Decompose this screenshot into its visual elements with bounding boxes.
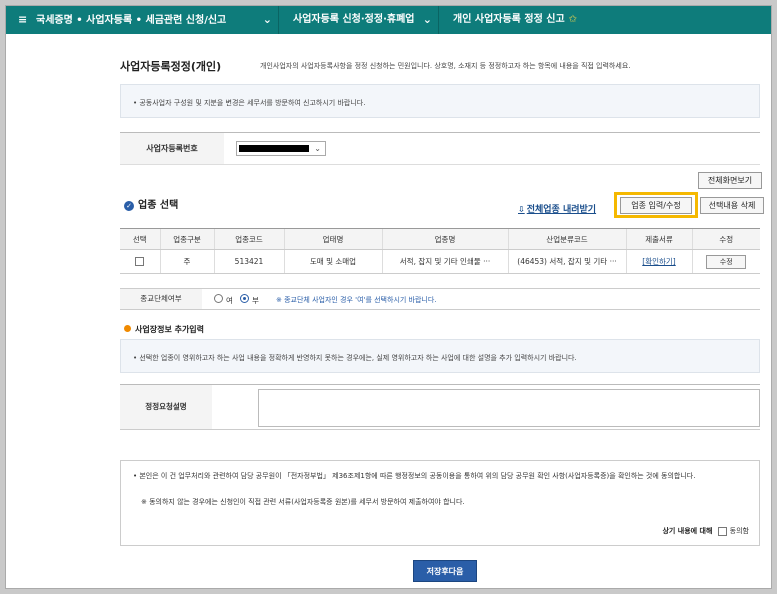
section-title-extra: 사업장정보 추가입력 — [124, 324, 204, 335]
cell-item: 서적, 잡지 및 기타 인쇄물 ··· — [381, 249, 508, 274]
nav-seg2-label: 사업자등록 신청·정정·휴폐업 — [293, 14, 415, 25]
consent-text: • 본인은 이 건 업무처리와 관련하여 담당 공무원이 「전자정부법」 제36… — [133, 472, 696, 480]
cell-industry: (46453) 서적, 잡지 및 기타 ··· — [507, 249, 626, 274]
religious-org-note: ※ 종교단체 사업자인 경우 '여'를 선택하시기 바랍니다. — [276, 296, 437, 304]
reason-textarea[interactable] — [258, 389, 760, 427]
business-number-row: 사업자등록번호 ⌄ — [120, 132, 760, 165]
doc-check-link[interactable]: [확인하기] — [642, 257, 675, 266]
col-header-biz: 업태명 — [283, 228, 382, 250]
business-number-label: 사업자등록번호 — [120, 133, 224, 164]
nav-seg1-label: 국세증명 • 사업자등록 • 세금관련 신청/신고 — [36, 15, 227, 26]
page-description: 개인사업자의 사업자등록사항을 정정 신청하는 민원입니다. 상호명, 소재지 … — [260, 62, 631, 70]
industry-edit-button[interactable]: 업종 입력/수정 — [620, 197, 692, 214]
consent-note: ※ 동의하지 않는 경우에는 신청인이 직접 관련 서류(사업자등록증 원본)를… — [141, 498, 465, 506]
chevron-down-icon[interactable]: ⌄ — [263, 6, 272, 34]
section-title-industry: ✓ 업종 선택 — [124, 196, 178, 211]
chevron-down-icon[interactable]: ⌄ — [314, 142, 321, 155]
cell-biz: 도매 및 소매업 — [283, 249, 382, 274]
radio-no-label: 부 — [252, 296, 259, 305]
section-title-text: 업종 선택 — [138, 200, 179, 211]
radio-no[interactable] — [240, 294, 249, 303]
consent-agree: 상기 내용에 대해 동의함 — [662, 526, 749, 536]
industry-table: 선택 업종구분 업종코드 업태명 업종명 산업분류코드 제출서류 수정 주 51… — [120, 228, 760, 274]
nav-seg3-label: 개인 사업자등록 정정 신고 — [453, 14, 565, 25]
check-circle-icon: ✓ — [124, 201, 134, 211]
full-screen-button[interactable]: 전체화면보기 — [698, 172, 762, 189]
page-title: 사업자등록정정(개인) — [120, 60, 222, 73]
col-header-industry: 산업분류코드 — [507, 228, 626, 250]
business-number-select[interactable]: ⌄ — [236, 141, 326, 156]
delete-selected-button[interactable]: 선택내용 삭제 — [700, 197, 764, 214]
col-header-doc: 제출서류 — [625, 228, 692, 250]
extra-notice-text: • 선택한 업종이 영위하고자 하는 사업 내용을 정확하게 반영하지 못하는 … — [133, 354, 577, 362]
table-header-row: 선택 업종구분 업종코드 업태명 업종명 산업분류코드 제출서류 수정 — [120, 228, 760, 250]
reason-label: 정정요청설명 — [120, 385, 212, 429]
redacted-value — [239, 145, 309, 152]
nav-menu-service[interactable]: ≡ 국세증명 • 사업자등록 • 세금관련 신청/신고 ⌄ — [6, 6, 278, 34]
extra-notice-box: • 선택한 업종이 영위하고자 하는 사업 내용을 정확하게 반영하지 못하는 … — [120, 339, 760, 373]
notice-text: • 공동사업자 구성원 및 지분을 변경은 세무서를 방문하여 신고하시기 바랍… — [133, 99, 366, 107]
nav-current-page: 개인 사업자등록 정정 신고 ✩ — [438, 6, 771, 34]
consent-agree-label: 상기 내용에 대해 — [662, 527, 713, 535]
cell-type: 주 — [159, 249, 214, 274]
notice-box: • 공동사업자 구성원 및 지분을 변경은 세무서를 방문하여 신고하시기 바랍… — [120, 84, 760, 118]
religious-org-row: 종교단체여부 여 부 ※ 종교단체 사업자인 경우 '여'를 선택하시기 바랍니… — [120, 288, 760, 310]
section-extra-text: 사업장정보 추가입력 — [135, 325, 205, 334]
religious-org-label: 종교단체여부 — [120, 289, 202, 309]
table-row: 주 513421 도매 및 소매업 서적, 잡지 및 기타 인쇄물 ··· (4… — [120, 249, 760, 274]
nav-menu-registration[interactable]: 사업자등록 신청·정정·휴폐업 ⌄ — [278, 6, 438, 34]
page: ≡ 국세증명 • 사업자등록 • 세금관련 신청/신고 ⌄ 사업자등록 신청·정정… — [5, 5, 772, 589]
col-header-edit: 수정 — [691, 228, 760, 250]
bullet-icon — [124, 325, 131, 332]
radio-yes-label: 여 — [226, 296, 233, 305]
col-header-item: 업종명 — [381, 228, 508, 250]
consent-checkbox[interactable] — [718, 526, 728, 536]
download-all-industries-link[interactable]: ⇩ 전체업종 내려받기 — [518, 202, 596, 215]
screen-frame: ≡ 국세증명 • 사업자등록 • 세금관련 신청/신고 ⌄ 사업자등록 신청·정정… — [0, 0, 777, 594]
save-next-button[interactable]: 저장후다음 — [413, 560, 477, 582]
star-icon[interactable]: ✩ — [569, 14, 577, 25]
row-edit-button[interactable]: 수정 — [706, 254, 747, 269]
consent-check-label: 동의함 — [729, 527, 749, 535]
col-header-code: 업종코드 — [213, 228, 284, 250]
chevron-down-icon[interactable]: ⌄ — [423, 6, 432, 34]
hamburger-icon[interactable]: ≡ — [18, 6, 36, 34]
consent-box: • 본인은 이 건 업무처리와 관련하여 담당 공무원이 「전자정부법」 제36… — [120, 460, 760, 546]
col-header-type: 업종구분 — [159, 228, 214, 250]
cell-code: 513421 — [213, 249, 284, 274]
col-header-select: 선택 — [120, 228, 160, 250]
top-navigation: ≡ 국세증명 • 사업자등록 • 세금관련 신청/신고 ⌄ 사업자등록 신청·정정… — [6, 6, 771, 34]
reason-row: 정정요청설명 — [120, 384, 760, 430]
download-icon: ⇩ — [518, 205, 525, 214]
download-link-text: 전체업종 내려받기 — [526, 205, 597, 215]
row-checkbox[interactable] — [135, 257, 145, 267]
radio-yes[interactable] — [214, 294, 223, 303]
